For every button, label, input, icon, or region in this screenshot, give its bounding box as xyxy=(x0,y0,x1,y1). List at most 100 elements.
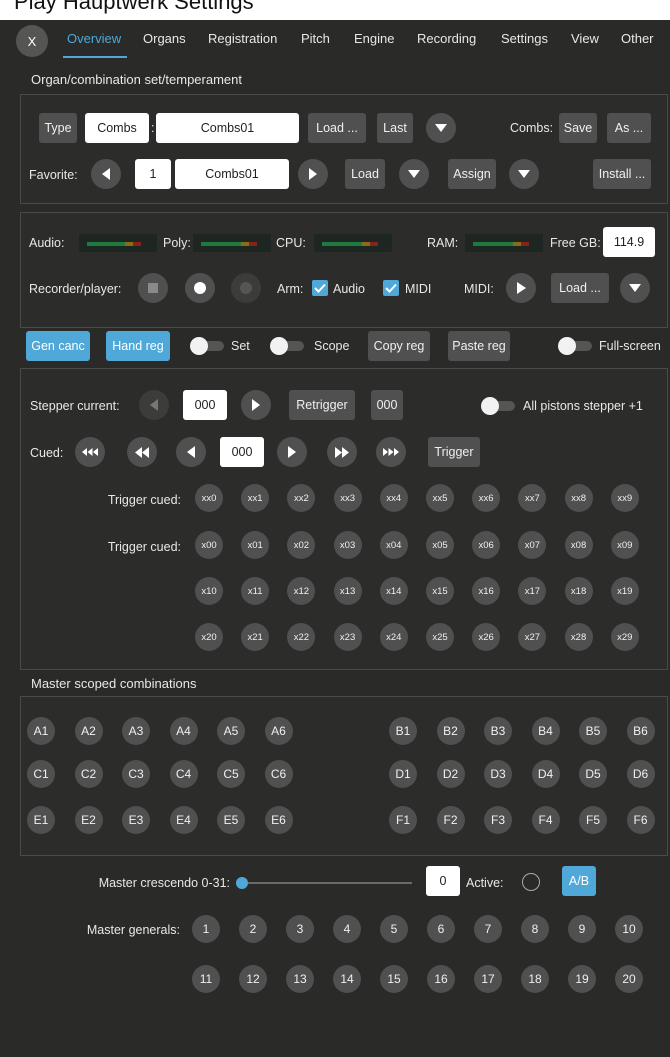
master-combination-button[interactable]: B1 xyxy=(389,717,417,745)
master-combination-button[interactable]: C3 xyxy=(122,760,150,788)
midi-play-button[interactable] xyxy=(506,273,536,303)
master-combination-button[interactable]: E3 xyxy=(122,806,150,834)
trigger-cued-x0-button-0[interactable]: x00 xyxy=(195,531,223,559)
master-combination-button[interactable]: A4 xyxy=(169,717,198,745)
load-combination-button[interactable]: Load ... xyxy=(308,113,366,143)
trigger-cued-x2-button-1[interactable]: x21 xyxy=(241,623,270,651)
trigger-cued-x0-button-3[interactable]: x03 xyxy=(333,531,362,559)
combination-name-field[interactable]: Combs01 xyxy=(156,113,299,143)
trigger-cued-x2-button-3[interactable]: x23 xyxy=(333,623,362,651)
master-general-button-4[interactable]: 5 xyxy=(380,915,408,943)
trigger-cued-xx-button-6[interactable]: xx6 xyxy=(472,484,501,512)
master-combination-button[interactable]: D5 xyxy=(579,760,607,788)
install-button[interactable]: Install ... xyxy=(593,159,651,189)
master-general-button-7[interactable]: 18 xyxy=(521,965,549,993)
cued-fast-forward-button[interactable] xyxy=(327,437,357,467)
all-pistons-stepper-toggle[interactable] xyxy=(481,397,515,415)
tab-registration[interactable]: Registration xyxy=(208,31,277,46)
trigger-cued-xx-button-1[interactable]: xx1 xyxy=(241,484,270,512)
master-combination-button[interactable]: D3 xyxy=(484,760,512,788)
last-button[interactable]: Last xyxy=(377,113,413,143)
paste-registration-button[interactable]: Paste reg xyxy=(448,331,510,361)
trigger-cued-x1-button-1[interactable]: x11 xyxy=(241,577,270,605)
master-general-button-3[interactable]: 4 xyxy=(333,915,361,943)
trigger-cued-x2-button-7[interactable]: x27 xyxy=(518,623,547,651)
master-combination-button[interactable]: C2 xyxy=(74,760,103,788)
master-combination-button[interactable]: E4 xyxy=(169,806,198,834)
cued-next-button[interactable] xyxy=(277,437,307,467)
cued-field[interactable]: 000 xyxy=(220,437,264,467)
master-combination-button[interactable]: B6 xyxy=(626,717,655,745)
tab-pitch[interactable]: Pitch xyxy=(301,31,330,46)
tab-recording[interactable]: Recording xyxy=(417,31,476,46)
stepper-next-button[interactable] xyxy=(241,390,271,420)
trigger-cued-xx-button-3[interactable]: xx3 xyxy=(333,484,362,512)
stepper-current-field[interactable]: 000 xyxy=(183,390,227,420)
trigger-cued-x2-button-5[interactable]: x25 xyxy=(426,623,454,651)
master-combination-button[interactable]: C6 xyxy=(264,760,293,788)
trigger-cued-xx-button-5[interactable]: xx5 xyxy=(426,484,454,512)
master-general-button-8[interactable]: 19 xyxy=(568,965,596,993)
master-combination-button[interactable]: D2 xyxy=(436,760,465,788)
trigger-cued-x1-button-2[interactable]: x12 xyxy=(287,577,316,605)
hand-registration-button[interactable]: Hand reg xyxy=(106,331,170,361)
trigger-cued-x1-button-7[interactable]: x17 xyxy=(518,577,547,605)
master-general-button-5[interactable]: 16 xyxy=(427,965,455,993)
favorite-index-field[interactable]: 1 xyxy=(135,159,171,189)
pause-button[interactable] xyxy=(231,273,261,303)
master-general-button-7[interactable]: 8 xyxy=(521,915,549,943)
trigger-cued-x2-button-4[interactable]: x24 xyxy=(379,623,408,651)
master-general-button-9[interactable]: 20 xyxy=(615,965,643,993)
master-combination-button[interactable]: E6 xyxy=(264,806,293,834)
close-button[interactable]: X xyxy=(16,25,48,57)
type-dropdown-button[interactable] xyxy=(426,113,456,143)
trigger-cued-xx-button-0[interactable]: xx0 xyxy=(195,484,223,512)
tab-view[interactable]: View xyxy=(571,31,599,46)
master-general-button-1[interactable]: 2 xyxy=(239,915,267,943)
tab-overview[interactable]: Overview xyxy=(67,31,121,46)
master-combination-button[interactable]: C5 xyxy=(217,760,245,788)
tab-organs[interactable]: Organs xyxy=(143,31,186,46)
master-general-button-2[interactable]: 3 xyxy=(286,915,314,943)
trigger-cued-x2-button-2[interactable]: x22 xyxy=(287,623,316,651)
master-combination-button[interactable]: A1 xyxy=(27,717,55,745)
master-combination-button[interactable]: A3 xyxy=(122,717,150,745)
tab-other[interactable]: Other xyxy=(621,31,654,46)
cued-fast-back-button[interactable] xyxy=(127,437,157,467)
trigger-cued-xx-button-9[interactable]: xx9 xyxy=(610,484,639,512)
trigger-cued-x1-button-6[interactable]: x16 xyxy=(472,577,501,605)
master-general-button-1[interactable]: 12 xyxy=(239,965,267,993)
crescendo-slider-handle[interactable] xyxy=(236,877,248,889)
master-combination-button[interactable]: C4 xyxy=(169,760,198,788)
favorite-next-button[interactable] xyxy=(298,159,328,189)
type-field[interactable]: Combs xyxy=(85,113,149,143)
trigger-cued-x0-button-5[interactable]: x05 xyxy=(426,531,454,559)
trigger-cued-x1-button-3[interactable]: x13 xyxy=(333,577,362,605)
trigger-cued-x0-button-2[interactable]: x02 xyxy=(287,531,316,559)
master-combination-button[interactable]: F1 xyxy=(389,806,417,834)
stop-button[interactable] xyxy=(138,273,168,303)
master-combination-button[interactable]: B2 xyxy=(436,717,465,745)
trigger-cued-x0-button-1[interactable]: x01 xyxy=(241,531,270,559)
assign-button[interactable]: Assign xyxy=(448,159,496,189)
trigger-button[interactable]: Trigger xyxy=(428,437,480,467)
scope-toggle[interactable] xyxy=(270,337,304,355)
save-as-button[interactable]: As ... xyxy=(607,113,651,143)
type-button[interactable]: Type xyxy=(39,113,77,143)
master-combination-button[interactable]: A5 xyxy=(217,717,245,745)
assign-dropdown-button[interactable] xyxy=(509,159,539,189)
master-combination-button[interactable]: F3 xyxy=(484,806,512,834)
trigger-cued-xx-button-7[interactable]: xx7 xyxy=(518,484,547,512)
cued-last-button[interactable] xyxy=(376,437,406,467)
crescendo-active-radio[interactable] xyxy=(522,873,540,891)
record-button[interactable] xyxy=(185,273,215,303)
midi-load-button[interactable]: Load ... xyxy=(551,273,609,303)
master-general-button-4[interactable]: 15 xyxy=(380,965,408,993)
copy-registration-button[interactable]: Copy reg xyxy=(368,331,430,361)
trigger-cued-xx-button-8[interactable]: xx8 xyxy=(564,484,593,512)
trigger-cued-x2-button-0[interactable]: x20 xyxy=(195,623,223,651)
trigger-cued-x1-button-0[interactable]: x10 xyxy=(195,577,223,605)
favorite-load-button[interactable]: Load xyxy=(345,159,385,189)
master-combination-button[interactable]: F6 xyxy=(626,806,655,834)
master-general-button-6[interactable]: 7 xyxy=(474,915,502,943)
